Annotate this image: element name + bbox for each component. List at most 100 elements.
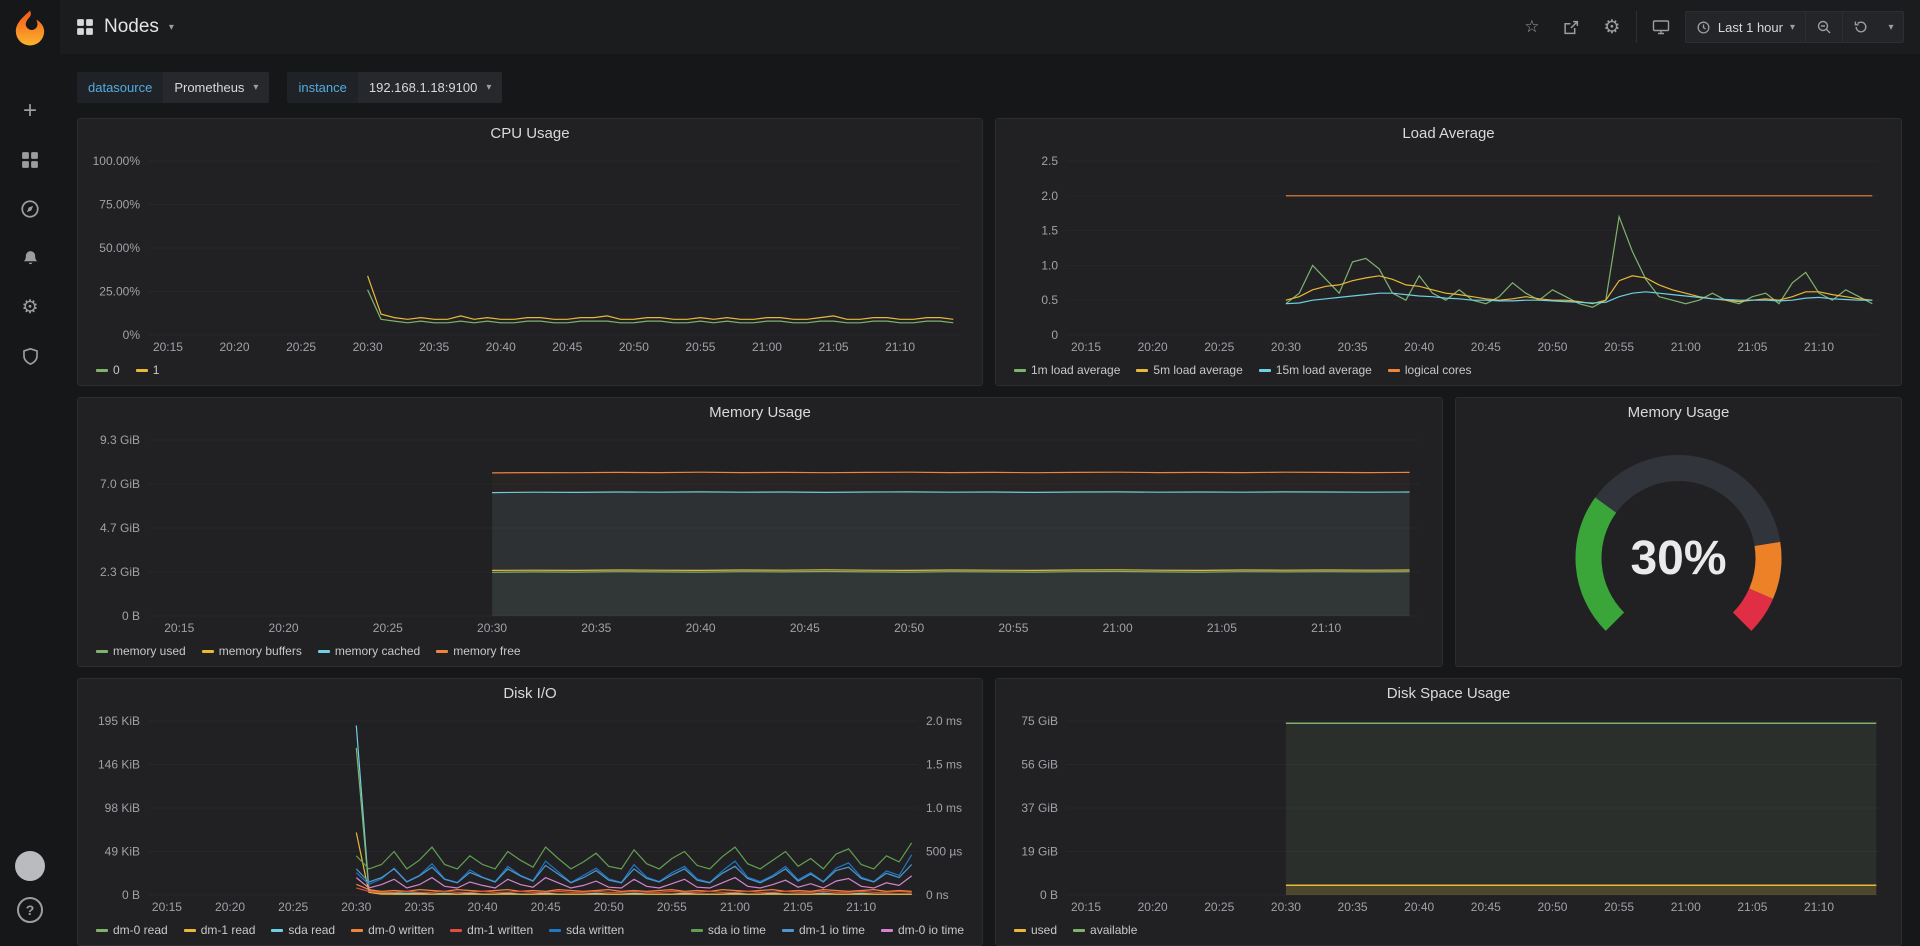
cpu-usage-chart[interactable]: 0%25.00%50.00%75.00%100.00%20:1520:2020:… [86, 151, 974, 357]
time-range-picker[interactable]: Last 1 hour ▾ [1686, 12, 1805, 42]
svg-text:21:00: 21:00 [1671, 900, 1701, 914]
legend-item-sda-io-time[interactable]: sda io time [691, 923, 766, 937]
load-average-chart[interactable]: 00.51.01.52.02.520:1520:2020:2520:3020:3… [1004, 151, 1893, 357]
dashboard-settings-button[interactable]: ⚙ [1596, 12, 1628, 42]
svg-text:21:05: 21:05 [783, 900, 813, 914]
svg-text:2.0: 2.0 [1041, 189, 1058, 203]
legend-item-memory-cached[interactable]: memory cached [318, 644, 420, 658]
panel-title[interactable]: Memory Usage [1456, 398, 1901, 428]
svg-text:100.00%: 100.00% [93, 154, 141, 168]
sidebar-item-alerting[interactable] [17, 245, 43, 271]
legend-item-used[interactable]: used [1014, 923, 1057, 937]
legend-item-1m-load-average[interactable]: 1m load average [1014, 363, 1120, 377]
share-dashboard-button[interactable] [1556, 12, 1588, 42]
dashboards-grid-icon [21, 151, 39, 169]
caret-down-icon: ▾ [1888, 22, 1893, 33]
load-average-legend: 1m load average 5m load average 15m load a… [1014, 360, 1883, 380]
svg-text:20:20: 20:20 [1138, 900, 1168, 914]
legend-item-memory-used[interactable]: memory used [96, 644, 186, 658]
legend-item-memory-buffers[interactable]: memory buffers [202, 644, 302, 658]
panel-title[interactable]: Load Average [996, 119, 1901, 149]
svg-text:25.00%: 25.00% [99, 285, 140, 299]
legend-item-dm-1-io-time[interactable]: dm-1 io time [782, 923, 865, 937]
sidebar-bottom: ? [15, 851, 45, 937]
gear-icon: ⚙ [1603, 18, 1620, 37]
legend-item-memory-free[interactable]: memory free [436, 644, 520, 658]
svg-text:75 GiB: 75 GiB [1021, 714, 1058, 728]
svg-text:2.0 ms: 2.0 ms [926, 714, 962, 728]
legend-item-5m-load-average[interactable]: 5m load average [1136, 363, 1242, 377]
instance-select[interactable]: 192.168.1.18:9100 ▾ [358, 72, 502, 103]
apps-grid-icon [76, 18, 94, 36]
caret-down-icon[interactable]: ▾ [169, 22, 174, 33]
svg-text:20:55: 20:55 [1604, 340, 1634, 354]
user-avatar[interactable] [15, 851, 45, 881]
legend-item-dm-0-read[interactable]: dm-0 read [96, 923, 168, 937]
variable-instance: instance 192.168.1.18:9100 ▾ [287, 72, 502, 103]
refresh-button[interactable] [1843, 12, 1879, 42]
refresh-icon [1853, 19, 1869, 35]
panel-title[interactable]: Disk I/O [78, 679, 982, 709]
panel-title[interactable]: Disk Space Usage [996, 679, 1901, 709]
sidebar: + ⚙ ? [0, 0, 60, 937]
memory-usage-gauge[interactable]: 30% [1464, 430, 1893, 658]
svg-text:20:45: 20:45 [552, 340, 582, 354]
cpu-usage-legend: 01 [96, 360, 964, 380]
caret-down-icon: ▾ [486, 82, 491, 93]
legend-item-sda-written[interactable]: sda written [549, 923, 624, 937]
svg-text:20:45: 20:45 [531, 900, 561, 914]
legend-item-15m-load-average[interactable]: 15m load average [1259, 363, 1372, 377]
svg-text:49 KiB: 49 KiB [105, 845, 140, 859]
svg-text:1.5: 1.5 [1041, 224, 1058, 238]
sidebar-item-configuration[interactable]: ⚙ [17, 294, 43, 320]
svg-text:20:55: 20:55 [657, 900, 687, 914]
legend-item-dm-0-io-time[interactable]: dm-0 io time [881, 923, 964, 937]
legend-item-dm-0-written[interactable]: dm-0 written [351, 923, 434, 937]
disk-io-chart[interactable]: 0 B0 ns49 KiB500 µs98 KiB1.0 ms146 KiB1.… [86, 711, 974, 917]
svg-text:500 µs: 500 µs [926, 845, 962, 859]
divider [1636, 11, 1637, 43]
svg-text:21:10: 21:10 [1804, 340, 1834, 354]
svg-text:0%: 0% [123, 328, 141, 342]
sidebar-item-explore[interactable] [17, 196, 43, 222]
svg-text:20:55: 20:55 [998, 621, 1028, 635]
panel-title[interactable]: Memory Usage [78, 398, 1442, 428]
help-icon: ? [17, 897, 43, 923]
panel-disk-io: Disk I/O 0 B0 ns49 KiB500 µs98 KiB1.0 ms… [77, 678, 983, 946]
disk-space-chart[interactable]: 0 B19 GiB37 GiB56 GiB75 GiB20:1520:2020:… [1004, 711, 1893, 917]
legend-item-1[interactable]: 1 [136, 363, 160, 377]
legend-item-dm-1-read[interactable]: dm-1 read [184, 923, 256, 937]
grafana-logo[interactable] [10, 8, 50, 48]
memory-usage-chart[interactable]: 0 B2.3 GiB4.7 GiB7.0 GiB9.3 GiB20:1520:2… [86, 430, 1434, 638]
dashboard-title[interactable]: Nodes [104, 16, 159, 38]
help-button[interactable]: ? [17, 897, 43, 923]
sidebar-item-create[interactable]: + [17, 98, 43, 124]
panel-title[interactable]: CPU Usage [78, 119, 982, 149]
svg-text:20:55: 20:55 [685, 340, 715, 354]
zoom-out-button[interactable] [1806, 12, 1842, 42]
svg-text:2.5: 2.5 [1041, 154, 1058, 168]
legend-item-dm-1-written[interactable]: dm-1 written [450, 923, 533, 937]
svg-text:2.3 GiB: 2.3 GiB [100, 565, 140, 579]
panel-load-average: Load Average 00.51.01.52.02.520:1520:202… [995, 118, 1902, 386]
star-dashboard-button[interactable]: ☆ [1516, 12, 1548, 42]
time-range-label: Last 1 hour [1718, 20, 1783, 35]
svg-text:19 GiB: 19 GiB [1021, 845, 1058, 859]
svg-text:20:35: 20:35 [1338, 900, 1368, 914]
navbar-actions: ☆ ⚙ Last 1 hour ▾ [1516, 11, 1904, 43]
svg-text:20:50: 20:50 [1537, 340, 1567, 354]
panel-cpu-usage: CPU Usage 0%25.00%50.00%75.00%100.00%20:… [77, 118, 983, 386]
legend-item-logical-cores[interactable]: logical cores [1388, 363, 1472, 377]
refresh-interval-dropdown[interactable]: ▾ [1879, 12, 1903, 42]
svg-text:20:35: 20:35 [404, 900, 434, 914]
svg-text:21:05: 21:05 [1737, 340, 1767, 354]
legend-item-sda-read[interactable]: sda read [271, 923, 335, 937]
datasource-select[interactable]: Prometheus ▾ [163, 72, 269, 103]
plus-icon: + [23, 99, 37, 123]
sidebar-item-dashboards[interactable] [17, 147, 43, 173]
sidebar-item-server-admin[interactable] [17, 343, 43, 369]
legend-item-0[interactable]: 0 [96, 363, 120, 377]
monitor-icon [1652, 18, 1670, 36]
tv-mode-button[interactable] [1645, 12, 1677, 42]
legend-item-available[interactable]: available [1073, 923, 1137, 937]
